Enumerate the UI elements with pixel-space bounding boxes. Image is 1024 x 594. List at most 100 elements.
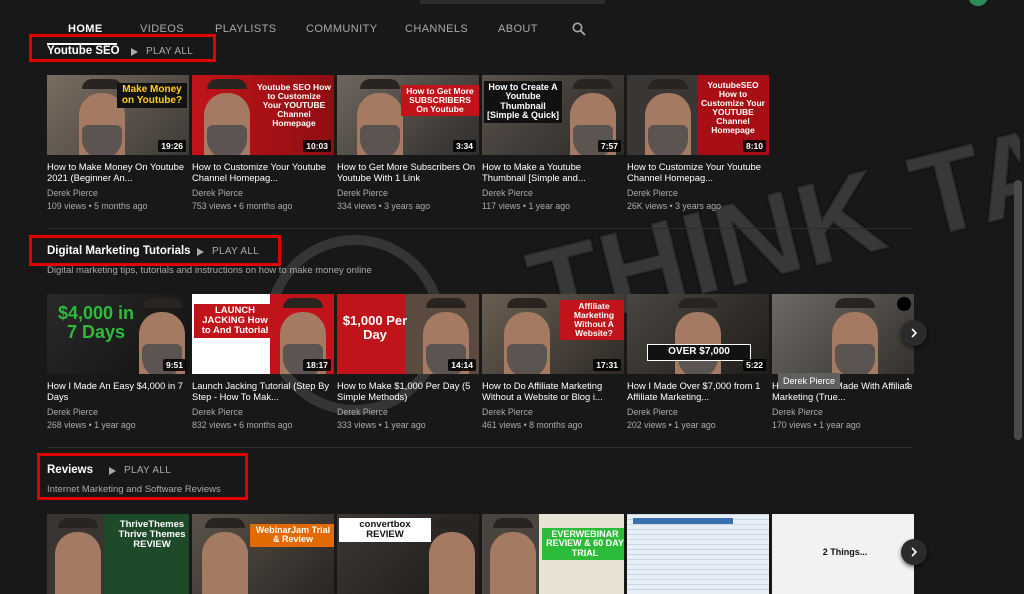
video-thumbnail[interactable] (627, 514, 769, 594)
video-meta: 334 views • 3 years ago (337, 201, 431, 211)
thumb-caption: How to Get More SUBSCRIBERS On Youtube (401, 85, 479, 116)
scrollbar[interactable] (1014, 180, 1022, 440)
view-count: 109 views (47, 201, 87, 211)
video-card[interactable]: $1,000 Per Day 14:14 How to Make $1,000 … (337, 294, 479, 430)
video-duration: 7:57 (597, 140, 621, 152)
channel-name[interactable]: Derek Pierce (482, 188, 624, 198)
video-card[interactable]: EVERWEBINAR REVIEW & 60 DAY TRIAL (482, 514, 624, 594)
tab-playlists[interactable]: PLAYLISTS (215, 23, 276, 35)
video-row: ThriveThemes Thrive Themes REVIEW Webina… (47, 514, 914, 594)
video-title[interactable]: How to Make a Youtube Thumbnail [Simple … (482, 161, 624, 183)
tooltip: Derek Pierce (778, 373, 841, 389)
channel-name[interactable]: Derek Pierce (627, 407, 769, 417)
video-thumbnail[interactable]: ThriveThemes Thrive Themes REVIEW (47, 514, 189, 594)
view-count: 202 views (627, 420, 667, 430)
video-duration: 9:51 (162, 359, 186, 371)
video-card[interactable]: $4,000 in 7 Days 9:51 How I Made An Easy… (47, 294, 189, 430)
tab-community[interactable]: COMMUNITY (306, 23, 377, 35)
video-duration: 18:17 (303, 359, 331, 371)
section-description: Digital marketing tips, tutorials and in… (47, 265, 372, 276)
video-duration: 3:34 (452, 140, 476, 152)
video-thumbnail[interactable]: LAUNCH JACKING How to And Tutorial 18:17 (192, 294, 334, 374)
thumb-caption: YoutubeSEO How to Customize Your YOUTUBE… (701, 80, 765, 135)
video-thumbnail[interactable]: Affiliate Marketing Without A Website? 1… (482, 294, 624, 374)
video-title[interactable]: How to Make Money On Youtube 2021 (Begin… (47, 161, 189, 183)
video-card[interactable]: OVER $7,000 5:22 How I Made Over $7,000 … (627, 294, 769, 430)
video-meta: 333 views • 1 year ago (337, 420, 426, 430)
video-card[interactable]: WebinarJam Trial & Review (192, 514, 334, 594)
video-thumbnail[interactable]: Youtube SEO How to Customize Your YOUTUB… (192, 75, 334, 155)
thumb-caption: 2 Things... (822, 547, 868, 557)
video-thumbnail[interactable]: WebinarJam Trial & Review (192, 514, 334, 594)
video-thumbnail[interactable]: 2 Things... (772, 514, 914, 594)
channel-name[interactable]: Derek Pierce (337, 188, 479, 198)
video-meta: 832 views • 6 months ago (192, 420, 293, 430)
video-card[interactable]: Affiliate Marketing Without A Website? 1… (482, 294, 624, 430)
video-title[interactable]: How I Made Over $7,000 from 1 Affiliate … (627, 380, 769, 402)
avatar[interactable] (968, 0, 988, 6)
video-thumbnail[interactable]: Make Money on Youtube? 19:26 (47, 75, 189, 155)
thumb-caption: How to Create A Youtube Thumbnail [Simpl… (484, 81, 562, 123)
video-row: $4,000 in 7 Days 9:51 How I Made An Easy… (47, 294, 914, 430)
view-count: 26K views (627, 201, 668, 211)
thumb-caption: $1,000 Per Day (342, 313, 408, 342)
video-thumbnail[interactable]: How to Get More SUBSCRIBERS On Youtube 3… (337, 75, 479, 155)
video-card[interactable]: ThriveThemes Thrive Themes REVIEW (47, 514, 189, 594)
thumb-caption: ThriveThemes Thrive Themes REVIEW (118, 519, 186, 550)
video-card[interactable]: Make Money on Youtube? 19:26 How to Make… (47, 75, 189, 211)
upload-age: 1 year ago (94, 420, 136, 430)
video-card[interactable]: How I Made ... Made With Affiliate Marke… (772, 294, 914, 430)
video-thumbnail[interactable]: $1,000 Per Day 14:14 (337, 294, 479, 374)
channel-name[interactable]: Derek Pierce (482, 407, 624, 417)
tab-about[interactable]: ABOUT (498, 23, 538, 35)
video-meta: 170 views • 1 year ago (772, 420, 861, 430)
video-title[interactable]: How to Make $1,000 Per Day (5 Simple Met… (337, 380, 479, 402)
video-duration: 5:22 (742, 359, 766, 371)
video-thumbnail[interactable] (772, 294, 914, 374)
video-card[interactable]: How to Create A Youtube Thumbnail [Simpl… (482, 75, 624, 211)
channel-name[interactable]: Derek Pierce (627, 188, 769, 198)
video-thumbnail[interactable]: EVERWEBINAR REVIEW & 60 DAY TRIAL (482, 514, 624, 594)
view-count: 333 views (337, 420, 377, 430)
clock-icon[interactable] (897, 297, 911, 311)
section-divider (47, 228, 913, 229)
channel-name[interactable]: Derek Pierce (47, 407, 189, 417)
video-card[interactable] (627, 514, 769, 594)
view-count: 170 views (772, 420, 812, 430)
next-arrow-button[interactable] (901, 539, 927, 565)
upload-age: 6 months ago (239, 420, 293, 430)
search-icon[interactable] (572, 22, 586, 36)
upload-age: 1 year ago (528, 201, 571, 211)
video-title[interactable]: How to Customize Your Youtube Channel Ho… (192, 161, 334, 183)
video-duration: 17:31 (593, 359, 621, 371)
video-thumbnail[interactable]: $4,000 in 7 Days 9:51 (47, 294, 189, 374)
video-title[interactable]: How to Do Affiliate Marketing Without a … (482, 380, 624, 402)
next-arrow-button[interactable] (901, 320, 927, 346)
video-thumbnail[interactable]: convertbox REVIEW (337, 514, 479, 594)
video-card[interactable]: Youtube SEO How to Customize Your YOUTUB… (192, 75, 334, 211)
video-title[interactable]: How to Get More Subscribers On Youtube W… (337, 161, 479, 183)
thumb-caption: $4,000 in 7 Days (57, 303, 135, 342)
video-meta: 268 views • 1 year ago (47, 420, 136, 430)
video-card[interactable]: How to Get More SUBSCRIBERS On Youtube 3… (337, 75, 479, 211)
highlight-box (37, 453, 248, 500)
tab-channels[interactable]: CHANNELS (405, 23, 468, 35)
video-thumbnail[interactable]: OVER $7,000 5:22 (627, 294, 769, 374)
channel-name[interactable]: Derek Pierce (192, 407, 334, 417)
video-card[interactable]: YoutubeSEO How to Customize Your YOUTUBE… (627, 75, 769, 211)
channel-name[interactable]: Derek Pierce (337, 407, 479, 417)
video-card[interactable]: convertbox REVIEW (337, 514, 479, 594)
video-card[interactable]: LAUNCH JACKING How to And Tutorial 18:17… (192, 294, 334, 430)
video-title[interactable]: How I Made An Easy $4,000 in 7 Days (47, 380, 189, 402)
video-card[interactable]: 2 Things... (772, 514, 914, 594)
video-thumbnail[interactable]: YoutubeSEO How to Customize Your YOUTUBE… (627, 75, 769, 155)
more-vert-icon[interactable]: ⋮ (902, 377, 914, 389)
channel-name[interactable]: Derek Pierce (47, 188, 189, 198)
video-title[interactable]: How to Customize Your Youtube Channel Ho… (627, 161, 769, 183)
thumb-caption: EVERWEBINAR REVIEW & 60 DAY TRIAL (542, 528, 624, 561)
video-thumbnail[interactable]: How to Create A Youtube Thumbnail [Simpl… (482, 75, 624, 155)
video-meta: 753 views • 6 months ago (192, 201, 293, 211)
channel-name[interactable]: Derek Pierce (192, 188, 334, 198)
video-title[interactable]: Launch Jacking Tutorial (Step By Step - … (192, 380, 334, 402)
channel-name[interactable]: Derek Pierce (772, 407, 914, 417)
